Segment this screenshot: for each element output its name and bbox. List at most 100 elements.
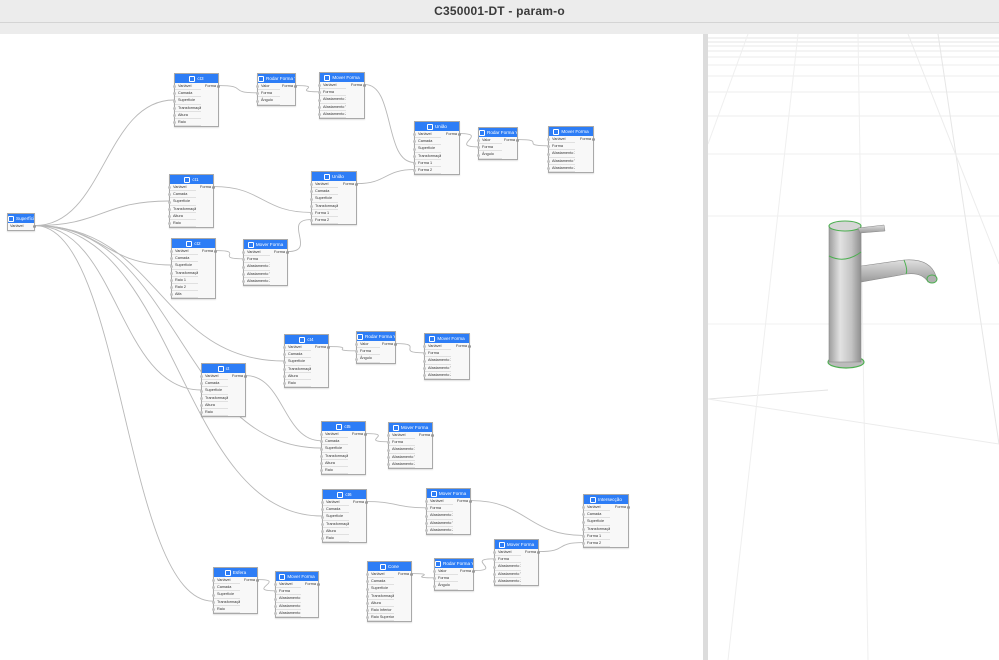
input-socket[interactable] (493, 580, 496, 583)
wire-un2-to-rod2[interactable] (459, 133, 479, 148)
input-port[interactable]: Transformação (285, 366, 311, 373)
input-port[interactable]: Superfície (214, 591, 240, 599)
input-socket[interactable] (413, 147, 416, 151)
input-port[interactable]: Superfície (202, 387, 228, 395)
wire-ct6-to-mov6[interactable] (366, 501, 427, 509)
input-port[interactable]: Superfície (312, 195, 339, 203)
faucet-model[interactable] (827, 220, 938, 369)
input-port[interactable]: Raio (285, 380, 311, 388)
input-socket[interactable] (168, 200, 171, 204)
input-port[interactable]: Afastamento Z (495, 578, 521, 585)
output-port[interactable]: Forma (580, 136, 591, 143)
input-port[interactable]: Forma (479, 144, 502, 152)
input-port[interactable]: Camada (584, 511, 611, 519)
node-mov3[interactable]: Mover Forma Variável Forma Afastamento X Afa… (242, 239, 289, 286)
node-header[interactable]: Rodar Forma Y (357, 332, 395, 341)
input-socket[interactable] (242, 280, 245, 283)
input-socket[interactable] (256, 99, 259, 103)
node-header[interactable]: ct1 (170, 175, 213, 184)
input-port[interactable]: Afastamento Z (425, 372, 452, 379)
input-socket[interactable] (283, 367, 286, 371)
output-port[interactable]: Forma (315, 344, 326, 351)
input-port[interactable]: Afastamento X (495, 563, 521, 571)
input-socket[interactable] (320, 447, 323, 451)
node-header[interactable]: Rodar Forma Y (479, 128, 517, 137)
input-port[interactable]: Variável (584, 504, 611, 512)
input-socket[interactable] (310, 204, 313, 208)
input-socket[interactable] (318, 98, 321, 102)
input-socket[interactable] (423, 366, 426, 370)
node-header[interactable]: Rodar Forma Y (258, 74, 295, 83)
input-socket[interactable] (173, 106, 176, 110)
input-port[interactable]: Afastamento X (389, 446, 415, 454)
input-port[interactable]: Forma (258, 90, 281, 98)
input-port[interactable]: Transformação (172, 270, 198, 277)
input-port[interactable]: Ângulo (357, 355, 380, 363)
input-port[interactable]: Transformação (312, 203, 339, 210)
input-port[interactable]: Forma 1 (312, 210, 339, 217)
wire-mov8-to-int[interactable] (538, 542, 584, 553)
input-socket[interactable] (547, 159, 550, 163)
input-socket[interactable] (423, 359, 426, 363)
node-un2[interactable]: União Variável Camada Superfície Transformaç… (413, 121, 461, 176)
wire-un1-to-un2[interactable] (356, 169, 415, 185)
input-port[interactable]: Afastamento Z (389, 461, 415, 468)
output-port[interactable]: Forma (205, 83, 216, 90)
node-header[interactable]: Esfera (214, 568, 257, 577)
input-port[interactable]: Afastamento Z (276, 610, 302, 617)
input-socket[interactable] (212, 608, 215, 611)
input-socket[interactable] (168, 207, 171, 211)
output-port[interactable]: Forma (353, 499, 364, 506)
input-port[interactable]: Afastamento Y (495, 571, 521, 578)
wire-ct1-to-un1[interactable] (213, 186, 312, 213)
input-port[interactable]: Camada (415, 138, 442, 146)
input-port[interactable]: Camada (170, 191, 196, 199)
input-port[interactable]: Afastamento Z (320, 111, 347, 118)
node-header[interactable]: ct5 (322, 422, 365, 431)
input-port[interactable]: Valor (357, 341, 380, 349)
input-socket[interactable] (493, 572, 496, 576)
node-ct6[interactable]: ct6 VariávelCamadaSuperfícieTransformação… (321, 489, 368, 544)
input-port[interactable]: Afastamento X (425, 357, 452, 365)
node-rod4[interactable]: Rodar Forma Y Valor Forma Ângulo Forma (433, 558, 475, 591)
input-port[interactable]: Raio (202, 409, 228, 417)
input-port[interactable]: Afastamento Z (244, 278, 270, 285)
input-port[interactable]: Forma (320, 89, 347, 97)
input-port[interactable]: Variável (244, 249, 270, 257)
input-port[interactable]: Raio (170, 220, 196, 228)
input-port[interactable]: Superfície (323, 513, 349, 521)
output-port[interactable]: Forma (446, 131, 457, 138)
input-port[interactable]: Afastamento X (427, 512, 453, 520)
input-port[interactable]: Variável (214, 577, 240, 585)
input-port[interactable]: Valor (258, 83, 281, 91)
output-port[interactable]: Variável (10, 223, 23, 230)
node-rod1[interactable]: Rodar Forma Y Valor Forma Ângulo Forma (256, 73, 297, 106)
output-port[interactable]: Forma (244, 577, 255, 584)
input-socket[interactable] (170, 279, 173, 282)
input-port[interactable]: Superfície (285, 358, 311, 366)
node-mov6[interactable]: Mover Forma Variável Forma Afastamento X Afa… (425, 488, 472, 535)
wire-ct3-to-rod1[interactable] (218, 85, 258, 94)
input-port[interactable]: Forma (276, 588, 302, 596)
node-header[interactable]: União (415, 122, 459, 131)
input-port[interactable]: Forma (549, 143, 576, 151)
node-cone[interactable]: Cone VariávelCamadaSuperfícieTransformaçã… (366, 561, 413, 623)
input-socket[interactable] (320, 454, 323, 458)
input-socket[interactable] (477, 153, 480, 157)
input-port[interactable]: Transformação (202, 395, 228, 402)
output-port[interactable]: Forma (525, 549, 536, 556)
input-port[interactable]: Ângulo (258, 97, 281, 105)
input-port[interactable]: Forma (244, 256, 270, 264)
input-socket[interactable] (433, 584, 436, 588)
node-header[interactable]: Mover Forma (427, 489, 470, 498)
input-socket[interactable] (387, 463, 390, 466)
input-port[interactable]: Forma 2 (584, 540, 611, 548)
input-socket[interactable] (582, 535, 585, 538)
input-socket[interactable] (321, 530, 324, 533)
node-rod2[interactable]: Rodar Forma Y Valor Forma Ângulo Forma (477, 127, 519, 160)
input-port[interactable]: Forma (435, 575, 458, 583)
input-port[interactable]: Camada (214, 584, 240, 592)
input-port[interactable]: Superfície (584, 518, 611, 526)
input-socket[interactable] (242, 272, 245, 276)
input-port[interactable]: Camada (202, 380, 228, 388)
